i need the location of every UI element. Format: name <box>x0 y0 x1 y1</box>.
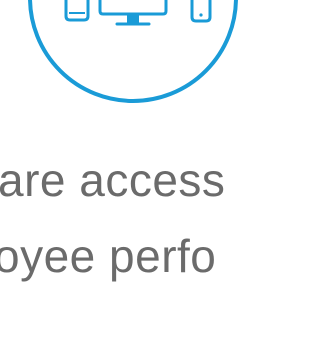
phone-icon <box>190 0 212 23</box>
monitor-icon <box>98 0 168 26</box>
body-text-line-2: oyee perfo <box>0 230 217 282</box>
body-text-line-1: are access <box>0 154 226 206</box>
multi-device-icon <box>28 0 238 103</box>
page-canvas: are access oyee perfo <box>0 0 266 337</box>
tablet-icon <box>64 0 90 22</box>
